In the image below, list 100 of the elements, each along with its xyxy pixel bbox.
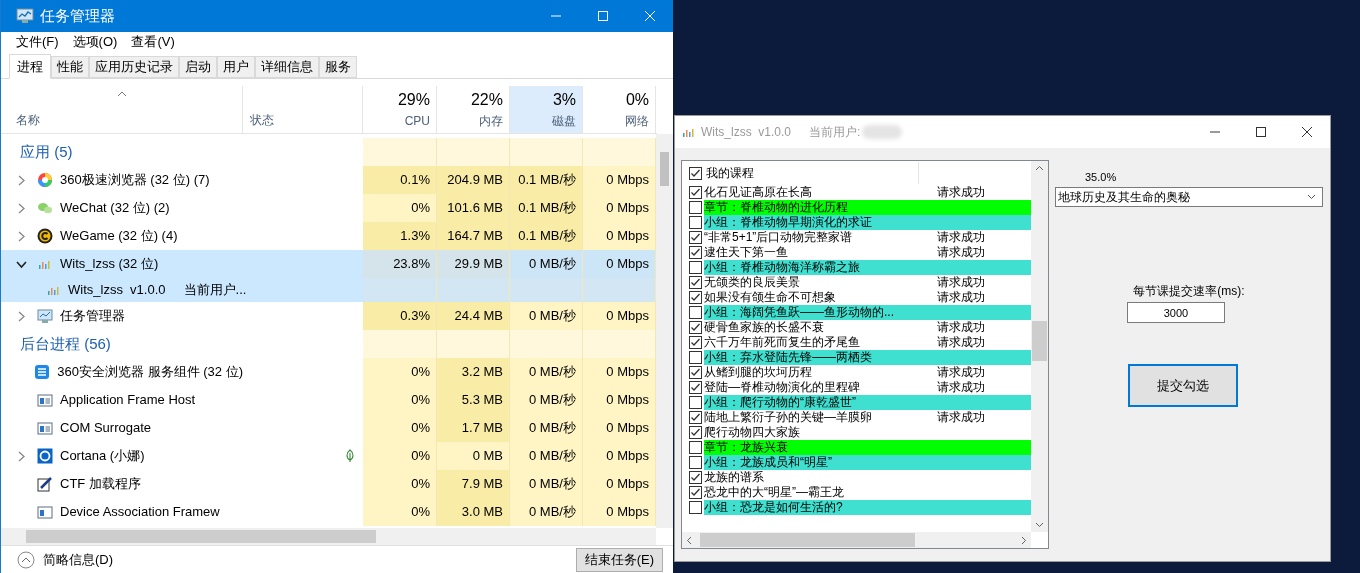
- course-title: 爬行动物四大家族: [704, 425, 801, 440]
- table-cell: 0 Mbps: [583, 250, 656, 278]
- table-cell: 0 Mbps: [583, 498, 656, 526]
- course-title: “非常5+1”后口动物完整家谱: [704, 230, 854, 245]
- course-dropdown[interactable]: 地球历史及其生命的奥秘: [1055, 187, 1323, 207]
- menu-item[interactable]: 文件(F): [9, 32, 66, 52]
- column-label: 名称: [16, 112, 40, 129]
- checkbox[interactable]: [689, 486, 702, 499]
- table-cell: 0.1 MB/秒: [510, 222, 583, 250]
- table-cell: 7.9 MB: [437, 470, 510, 498]
- course-title: 小组：爬行动物的“康乾盛世”: [704, 395, 857, 410]
- checkbox[interactable]: [689, 306, 702, 319]
- course-title: 如果没有颌生命不可想象: [704, 290, 837, 305]
- checkbox[interactable]: [689, 201, 702, 214]
- group-heading: 应用 (5): [20, 141, 73, 162]
- scrollbar[interactable]: [656, 134, 673, 528]
- scroll-right-icon[interactable]: [1021, 535, 1027, 545]
- window-title: 任务管理器: [40, 5, 115, 26]
- checkbox[interactable]: [689, 381, 702, 394]
- tab[interactable]: 详细信息: [255, 56, 319, 78]
- scrollbar[interactable]: [1, 528, 656, 545]
- checkbox[interactable]: [689, 336, 702, 349]
- course-title: 从鳍到腿的坎坷历程: [704, 365, 813, 380]
- table-cell: 24.4 MB: [437, 302, 510, 330]
- process-name: Wits_lzss (32 位): [60, 255, 159, 274]
- checkbox[interactable]: [689, 396, 702, 409]
- status-text: 请求成功: [937, 290, 985, 305]
- column-header[interactable]: 我的课程: [706, 164, 754, 182]
- scroll-left-icon[interactable]: [686, 535, 692, 545]
- scrollbar[interactable]: [682, 532, 1031, 548]
- course-title: 登陆—脊椎动物演化的里程碑: [704, 380, 861, 395]
- checkbox[interactable]: [689, 456, 702, 469]
- status-text: 请求成功: [937, 320, 985, 335]
- scroll-down-icon[interactable]: [1035, 522, 1044, 528]
- course-title: 小组：弃水登陆先锋——两栖类: [704, 350, 873, 365]
- checkbox[interactable]: [689, 186, 702, 199]
- scroll-up-icon[interactable]: [1035, 165, 1044, 171]
- checkbox[interactable]: [689, 231, 702, 244]
- checkbox[interactable]: [689, 276, 702, 289]
- checkbox[interactable]: [689, 411, 702, 424]
- checkbox[interactable]: [689, 501, 702, 514]
- tab[interactable]: 服务: [319, 56, 357, 78]
- process-name: 360安全浏览器 服务组件 (32 位): [57, 363, 243, 382]
- table-cell: 0 MB: [437, 442, 510, 470]
- table-cell: 1.7 MB: [437, 414, 510, 442]
- tab[interactable]: 用户: [217, 56, 255, 78]
- status-text: 请求成功: [937, 245, 985, 260]
- scroll-thumb[interactable]: [700, 533, 915, 547]
- checkbox[interactable]: [689, 246, 702, 259]
- status-text: 请求成功: [937, 230, 985, 245]
- end-task-button[interactable]: 结束任务(E): [575, 547, 663, 572]
- tab[interactable]: 性能: [51, 56, 89, 78]
- table-cell: 3.0 MB: [437, 498, 510, 526]
- checkbox[interactable]: [689, 291, 702, 304]
- table-cell: 0.3%: [363, 302, 437, 330]
- table-cell: 0 Mbps: [583, 302, 656, 330]
- process-row[interactable]: Wits_lzss v1.0.0 当前用户...: [1, 278, 656, 302]
- course-title: 六千万年前死而复生的矛尾鱼: [704, 335, 861, 350]
- tab[interactable]: 进程: [9, 54, 51, 79]
- table-cell: 0 MB/秒: [510, 414, 583, 442]
- checkbox[interactable]: [689, 321, 702, 334]
- scroll-thumb[interactable]: [1032, 321, 1047, 361]
- table-cell: 0.1 MB/秒: [510, 166, 583, 194]
- rate-input-field[interactable]: 3000: [1127, 302, 1225, 323]
- browser-icon: [37, 172, 53, 188]
- checkbox[interactable]: [689, 261, 702, 274]
- table-cell: 0%: [363, 442, 437, 470]
- status-text: 请求成功: [937, 185, 985, 200]
- menu-item[interactable]: 查看(V): [124, 32, 182, 52]
- submit-button[interactable]: 提交勾选: [1128, 364, 1238, 407]
- column-header[interactable]: 名称: [1, 86, 243, 133]
- game-icon: [37, 228, 53, 244]
- course-title: 小组：脊椎动物早期演化的求证: [704, 215, 873, 230]
- status-text: 请求成功: [937, 275, 985, 290]
- column-header[interactable]: 3% 磁盘: [510, 86, 583, 133]
- checkbox[interactable]: [689, 426, 702, 439]
- scrollbar[interactable]: [1031, 161, 1048, 532]
- checkbox[interactable]: [689, 351, 702, 364]
- scroll-thumb[interactable]: [660, 152, 669, 186]
- course-title: 章节：脊椎动物的进化历程: [704, 200, 849, 215]
- table-cell: 29.9 MB: [437, 250, 510, 278]
- field-label: 每节课提交速率(ms):: [1133, 283, 1245, 300]
- course-title: 陆地上繁衍子孙的关键—羊膜卵: [704, 410, 873, 425]
- process-row[interactable]: Wits_lzss (32 位) 23.8% 29.9 MB 0 MB/秒 0 Mbps: [1, 250, 656, 278]
- scroll-thumb[interactable]: [26, 530, 376, 543]
- tab[interactable]: 应用历史记录: [89, 56, 179, 78]
- course-title: 龙族的谱系: [704, 470, 765, 485]
- details-toggle[interactable]: 简略信息(D): [17, 549, 114, 570]
- menu-item[interactable]: 选项(O): [65, 32, 125, 52]
- window-icon: [37, 504, 53, 520]
- checkbox[interactable]: [689, 366, 702, 379]
- checkbox[interactable]: [689, 166, 702, 180]
- course-title: 逮住天下第一鱼: [704, 245, 789, 260]
- chat-icon: [37, 200, 53, 216]
- checkbox[interactable]: [689, 471, 702, 484]
- checkbox[interactable]: [689, 216, 702, 229]
- tab[interactable]: 启动: [179, 56, 217, 78]
- checkbox[interactable]: [689, 441, 702, 454]
- user-label: 当前用户:: [809, 124, 861, 141]
- browser-icon: [34, 364, 51, 380]
